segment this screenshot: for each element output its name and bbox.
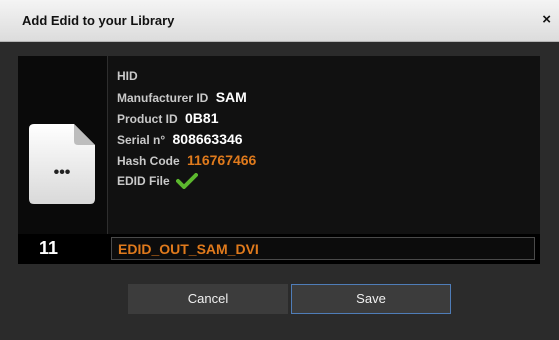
add-edid-dialog: ••• HID Manufacturer ID SAM Product ID 0…: [0, 42, 559, 340]
manufacturer-row: Manufacturer ID SAM: [117, 87, 256, 108]
edid-name-input[interactable]: [111, 237, 535, 260]
checkmark-icon: [176, 172, 199, 189]
manufacturer-value: SAM: [215, 89, 247, 105]
file-icon: •••: [29, 124, 95, 204]
product-value: 0B81: [185, 110, 219, 126]
product-label: Product ID: [117, 112, 178, 126]
slot-index: 11: [39, 238, 59, 258]
serial-value: 808663346: [172, 131, 243, 147]
edid-details: HID Manufacturer ID SAM Product ID 0B81 …: [117, 66, 256, 192]
serial-label: Serial n°: [117, 133, 166, 147]
edid-file-row: EDID File: [117, 171, 256, 192]
edid-file-label: EDID File: [117, 174, 170, 188]
dialog-titlebar: Add Edid to your Library ×: [0, 0, 559, 42]
hash-value: 116767466: [187, 152, 257, 168]
hash-row: Hash Code 116767466: [117, 150, 256, 171]
product-row: Product ID 0B81: [117, 108, 256, 129]
edid-type-label: HID: [117, 69, 138, 83]
manufacturer-label: Manufacturer ID: [117, 91, 209, 105]
dialog-title: Add Edid to your Library: [22, 13, 175, 28]
file-icon-column: •••: [18, 56, 108, 234]
close-icon[interactable]: ×: [542, 11, 551, 29]
save-button[interactable]: Save: [291, 284, 451, 314]
edid-type-row: HID: [117, 66, 256, 87]
cancel-button[interactable]: Cancel: [128, 284, 288, 314]
edid-info-panel: ••• HID Manufacturer ID SAM Product ID 0…: [18, 56, 540, 234]
file-icon-dots: •••: [54, 164, 71, 181]
hash-label: Hash Code: [117, 154, 180, 168]
serial-row: Serial n° 808663346: [117, 129, 256, 150]
edid-name-bar: 11: [18, 234, 540, 264]
